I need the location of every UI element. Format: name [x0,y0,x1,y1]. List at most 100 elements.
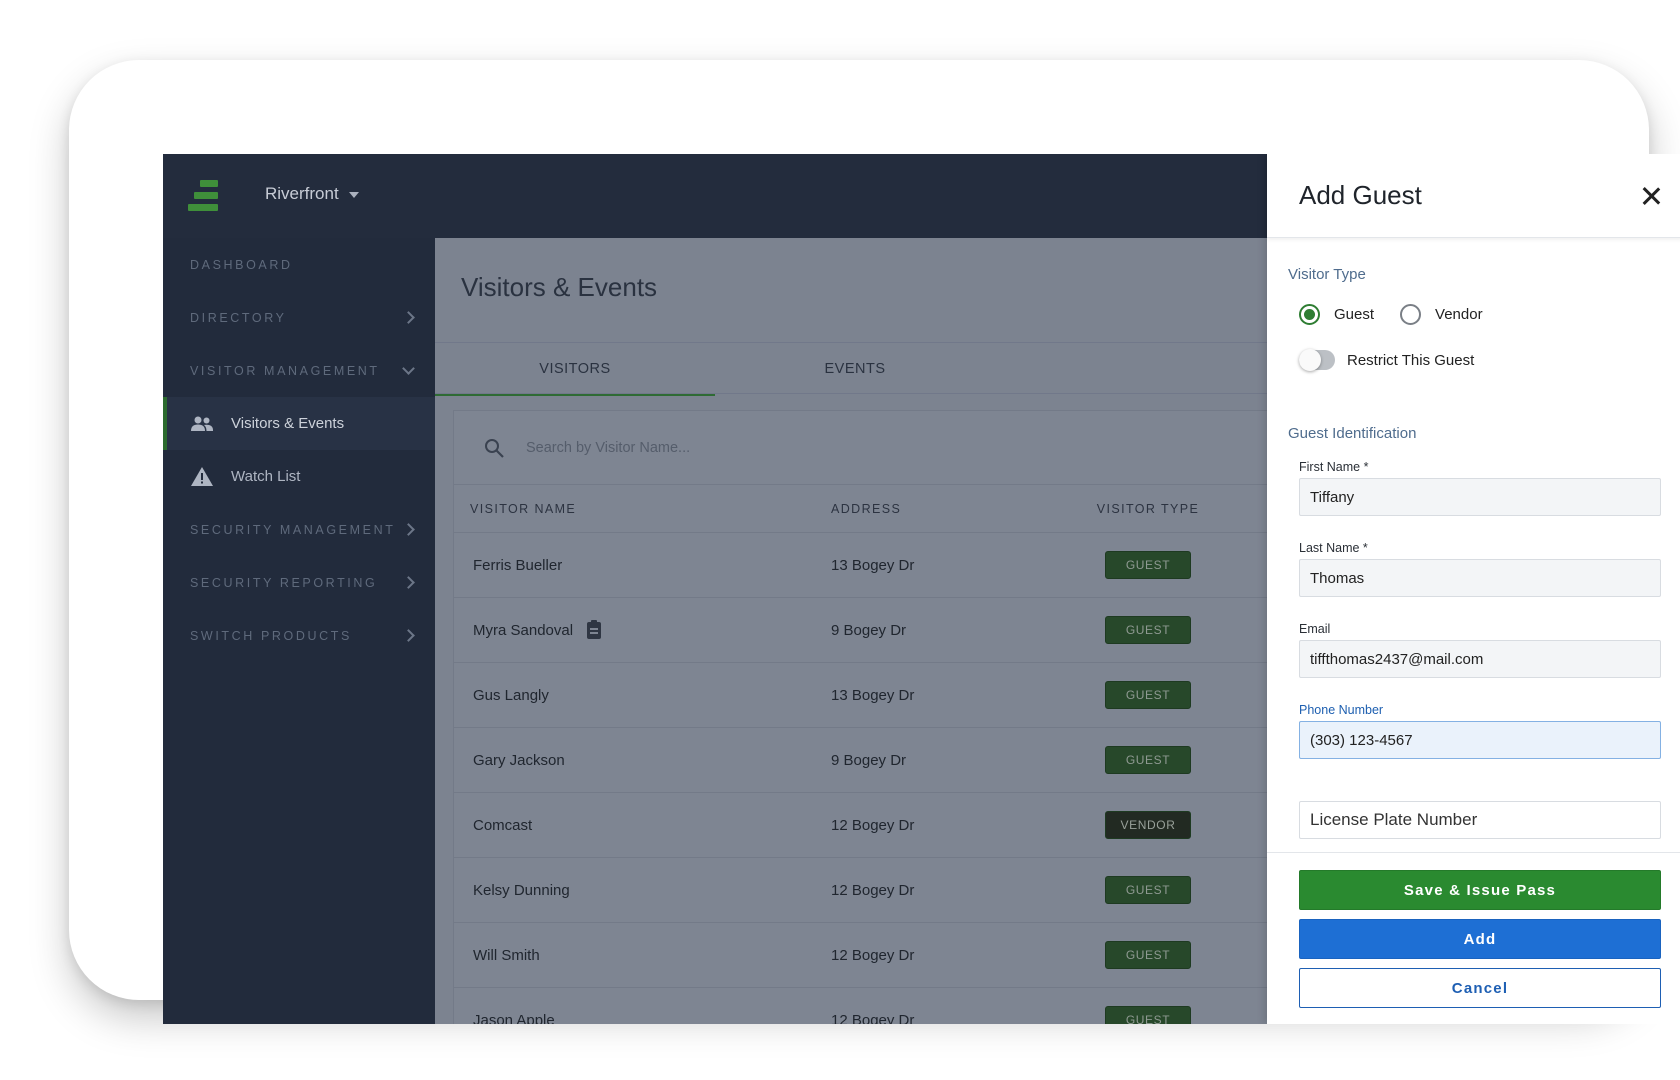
table-row[interactable]: Will Smith 12 Bogey Dr GUEST [454,923,1282,988]
sidebar-section-visitor-management[interactable]: VISITOR MANAGEMENT [163,344,435,397]
table-row[interactable]: Gary Jackson 9 Bogey Dr GUEST [454,728,1282,793]
drawer-header: Add Guest [1267,154,1680,238]
search-bar [454,411,1282,485]
sidebar-item-watch-list[interactable]: Watch List [163,450,435,503]
sidebar-section-security-management[interactable]: SECURITY MANAGEMENT [163,503,435,556]
sidebar-section-label: DASHBOARD [190,257,293,272]
chevron-right-icon [402,576,415,589]
chevron-down-icon [402,362,415,375]
app-logo[interactable] [188,180,222,214]
email-label: Email [1299,622,1331,636]
search-icon [485,438,504,458]
drawer-title: Add Guest [1299,180,1422,210]
license-plate-input[interactable] [1310,810,1650,830]
column-header-visitor-type[interactable]: VISITOR TYPE [1088,502,1208,516]
chevron-right-icon [402,629,415,642]
sidebar-item-label: Visitors & Events [231,415,345,432]
sidebar-item-visitors-events[interactable]: Visitors & Events [163,397,435,450]
sidebar-section-dashboard[interactable]: DASHBOARD [163,238,435,291]
top-bar: Riverfront [163,154,1267,238]
column-header-address[interactable]: ADDRESS [831,502,1088,516]
org-name: Riverfront [265,184,339,203]
add-guest-drawer: Add Guest Visitor Type Guest Vendor Rest… [1267,154,1680,1024]
search-input[interactable] [526,439,1026,456]
cancel-button[interactable]: Cancel [1299,968,1661,1008]
save-issue-pass-button[interactable]: Save & Issue Pass [1299,870,1661,910]
sidebar-section-label: SWITCH PRODUCTS [190,628,352,643]
visitor-type-badge: VENDOR [1105,811,1191,839]
phone-number-label: Phone Number [1299,703,1384,717]
visitor-type-label: Visitor Type [1288,266,1366,283]
radio-guest[interactable] [1299,304,1320,325]
clipboard-icon[interactable] [587,619,602,639]
visitor-address: 9 Bogey Dr [831,751,907,769]
table-row[interactable]: Kelsy Dunning 12 Bogey Dr GUEST [454,858,1282,923]
last-name-input[interactable] [1310,569,1650,587]
phone-number-input[interactable] [1310,731,1650,749]
tab-visitors[interactable]: VISITORS [435,343,715,396]
warning-icon [191,467,213,486]
table-row[interactable]: Comcast 12 Bogey Dr VENDOR [454,793,1282,858]
visitor-type-badge: GUEST [1105,1006,1191,1024]
chevron-right-icon [402,523,415,536]
visitor-name: Myra Sandoval [473,621,574,639]
add-button[interactable]: Add [1299,919,1661,959]
table-row[interactable]: Jason Apple 12 Bogey Dr GUEST [454,988,1282,1024]
email-input[interactable] [1310,650,1650,668]
first-name-input[interactable] [1310,488,1650,506]
page-title: Visitors & Events [461,272,658,302]
radio-guest-label: Guest [1334,306,1375,323]
sidebar-section-switch-products[interactable]: SWITCH PRODUCTS [163,609,435,662]
sidebar-section-security-reporting[interactable]: SECURITY REPORTING [163,556,435,609]
sidebar-section-label: DIRECTORY [190,310,287,325]
radio-vendor[interactable] [1400,304,1422,325]
visitor-name: Gus Langly [473,686,549,704]
table-row[interactable]: Gus Langly 13 Bogey Dr GUEST [454,663,1282,728]
visitor-address: 13 Bogey Dr [831,686,915,704]
email-field[interactable] [1299,640,1661,678]
visitor-name: Jason Apple [473,1011,555,1025]
sidebar-item-label: Watch List [231,468,301,485]
guest-identification-label: Guest Identification [1288,425,1417,442]
tab-bar: VISITORS EVENTS [435,342,1267,396]
sidebar-section-directory[interactable]: DIRECTORY [163,291,435,344]
close-icon[interactable] [1639,184,1663,208]
visitor-name: Gary Jackson [473,751,565,769]
visitor-type-badge: GUEST [1105,616,1191,644]
visitor-type-radio-group: Guest Vendor [1299,304,1483,325]
visitor-name: Comcast [473,816,533,834]
visitor-address: 12 Bogey Dr [831,1011,915,1025]
visitor-type-badge: GUEST [1105,876,1191,904]
table-row[interactable]: Myra Sandoval 9 Bogey Dr GUEST [454,598,1282,663]
caret-down-icon [348,192,359,198]
license-plate-field[interactable] [1299,801,1661,839]
tab-events[interactable]: EVENTS [715,343,995,395]
sidebar-section-label: SECURITY REPORTING [190,575,378,590]
visitor-address: 12 Bogey Dr [831,881,915,899]
sidebar-section-label: VISITOR MANAGEMENT [190,363,380,378]
first-name-field[interactable] [1299,478,1661,516]
visitor-address: 9 Bogey Dr [831,621,907,639]
visitors-table-card: VISITOR NAME ADDRESS VISITOR TYPE Ferris… [453,410,1283,1024]
restrict-guest-toggle[interactable] [1299,349,1335,371]
visitor-type-badge: GUEST [1105,746,1191,774]
visitor-name: Kelsy Dunning [473,881,570,899]
last-name-label: Last Name * [1299,541,1368,555]
device-frame: Riverfront DASHBOARD DIRECTORY VISITOR M… [69,60,1680,1024]
first-name-label: First Name * [1299,460,1369,474]
main-content: Visitors & Events VISITORS EVENTS VISITO… [435,238,1283,1024]
org-switcher[interactable]: Riverfront [265,184,359,204]
last-name-field[interactable] [1299,559,1661,597]
radio-vendor-label: Vendor [1435,306,1483,323]
visitor-address: 13 Bogey Dr [831,556,915,574]
table-row[interactable]: Ferris Bueller 13 Bogey Dr GUEST [454,533,1282,598]
sidebar-section-label: SECURITY MANAGEMENT [190,522,396,537]
app-screen: Riverfront DASHBOARD DIRECTORY VISITOR M… [163,154,1680,1024]
table-header: VISITOR NAME ADDRESS VISITOR TYPE [454,485,1282,533]
drawer-footer: Save & Issue Pass Add Cancel [1267,852,1680,1024]
people-icon [191,416,213,431]
visitor-type-badge: GUEST [1105,551,1191,579]
visitor-type-badge: GUEST [1105,941,1191,969]
column-header-visitor-name[interactable]: VISITOR NAME [454,502,831,516]
phone-number-field[interactable] [1299,721,1661,759]
